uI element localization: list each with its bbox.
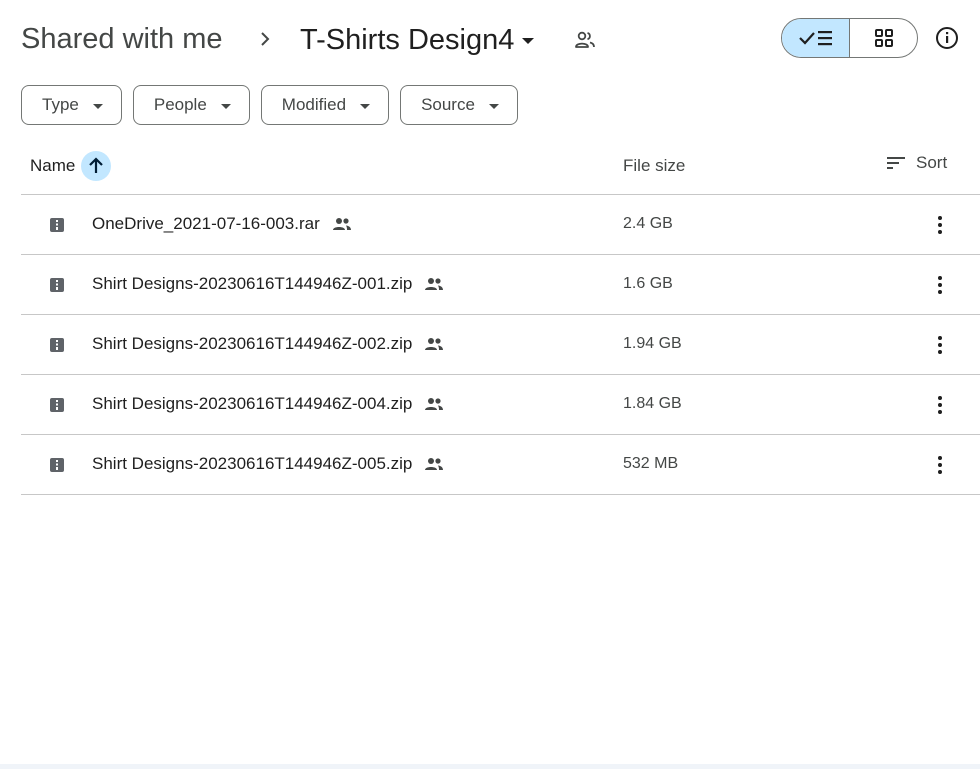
file-name-text: Shirt Designs-20230616T144946Z-002.zip [92, 334, 413, 353]
file-name: Shirt Designs-20230616T144946Z-001.zip [92, 274, 444, 294]
filter-label: People [153, 95, 207, 114]
table-row[interactable]: Shirt Designs-20230616T144946Z-004.zip 1… [21, 375, 980, 435]
column-name-label: Name [30, 156, 76, 175]
caret-down-icon [522, 38, 535, 44]
people-icon [425, 398, 444, 410]
table-row[interactable]: Shirt Designs-20230616T144946Z-001.zip 1… [21, 255, 980, 315]
file-name: OneDrive_2021-07-16-003.rar [92, 214, 352, 234]
people-icon [573, 28, 597, 52]
file-name-text: Shirt Designs-20230616T144946Z-004.zip [92, 394, 413, 413]
archive-file-icon [49, 457, 65, 473]
view-toggle [781, 18, 918, 58]
column-size-label[interactable]: File size [623, 156, 685, 176]
drive-page: Shared with me T-Shirts Design4 Type Peo… [0, 0, 980, 769]
filter-modified[interactable]: Modified [260, 85, 390, 125]
info-icon[interactable] [934, 25, 960, 51]
file-size: 1.84 GB [623, 395, 682, 412]
header: Shared with me T-Shirts Design4 [0, 0, 980, 78]
caret-down-icon [488, 103, 499, 109]
filter-source[interactable]: Source [400, 85, 518, 125]
caret-down-icon [92, 103, 103, 109]
more-vert-icon[interactable] [928, 333, 952, 357]
table-header: Name File size Sort [21, 137, 980, 195]
more-vert-icon[interactable] [928, 213, 952, 237]
grid-icon [874, 29, 893, 47]
caret-down-icon [360, 103, 371, 109]
table-row[interactable]: Shirt Designs-20230616T144946Z-002.zip 1… [21, 315, 980, 375]
list-view-button[interactable] [782, 19, 850, 57]
filter-type[interactable]: Type [21, 85, 122, 125]
filter-people[interactable]: People [132, 85, 250, 125]
chevron-right-icon [256, 27, 274, 51]
archive-file-icon [49, 217, 65, 233]
file-name: Shirt Designs-20230616T144946Z-005.zip [92, 454, 444, 474]
people-icon [425, 338, 444, 350]
more-vert-icon[interactable] [928, 393, 952, 417]
people-icon [332, 218, 351, 230]
check-list-icon [798, 31, 832, 46]
arrow-up-icon[interactable] [81, 151, 112, 181]
file-size: 1.6 GB [623, 275, 673, 292]
filter-bar: Type People Modified Source [21, 85, 518, 125]
table-row[interactable]: Shirt Designs-20230616T144946Z-005.zip 5… [21, 435, 980, 495]
file-name-text: OneDrive_2021-07-16-003.rar [92, 214, 320, 233]
breadcrumb-root[interactable]: Shared with me [21, 20, 223, 58]
filter-label: Source [421, 95, 475, 114]
file-size: 2.4 GB [623, 215, 673, 232]
sort-lines-icon [887, 157, 905, 169]
filter-label: Modified [281, 95, 347, 114]
sort-button[interactable]: Sort [886, 153, 947, 173]
filter-label: Type [42, 95, 79, 114]
file-name-text: Shirt Designs-20230616T144946Z-001.zip [92, 274, 413, 293]
file-size: 1.94 GB [623, 335, 682, 352]
people-icon [425, 458, 444, 470]
grid-view-button[interactable] [850, 19, 917, 57]
sort-label: Sort [916, 153, 948, 172]
file-list: OneDrive_2021-07-16-003.rar 2.4 GB Shirt… [21, 195, 980, 495]
people-icon [425, 278, 444, 290]
more-vert-icon[interactable] [928, 453, 952, 477]
file-name: Shirt Designs-20230616T144946Z-002.zip [92, 334, 444, 354]
table-row[interactable]: OneDrive_2021-07-16-003.rar 2.4 GB [21, 195, 980, 255]
archive-file-icon [49, 337, 65, 353]
file-size: 532 MB [623, 455, 679, 472]
breadcrumb-current-label: T-Shirts Design4 [300, 24, 515, 56]
column-name-sort[interactable]: Name [30, 151, 112, 181]
archive-file-icon [49, 397, 65, 413]
archive-file-icon [49, 277, 65, 293]
breadcrumb-current-folder[interactable]: T-Shirts Design4 [288, 21, 546, 59]
more-vert-icon[interactable] [928, 273, 952, 297]
file-name-text: Shirt Designs-20230616T144946Z-005.zip [92, 454, 413, 473]
file-name: Shirt Designs-20230616T144946Z-004.zip [92, 394, 444, 414]
caret-down-icon [220, 103, 231, 109]
